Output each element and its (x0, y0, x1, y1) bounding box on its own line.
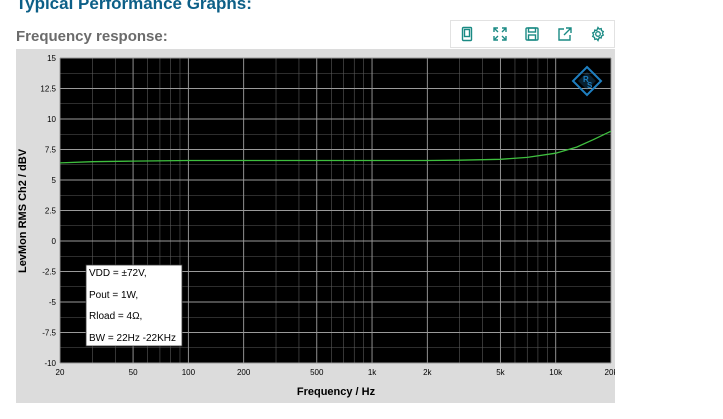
x-axis-label: Frequency / Hz (297, 386, 376, 398)
x-tick-label: 200 (237, 368, 251, 377)
y-tick-label: -2.5 (42, 268, 56, 277)
y-tick-label: 12.5 (40, 85, 56, 94)
y-tick-label: -10 (44, 359, 56, 368)
y-tick-label: -7.5 (42, 329, 56, 338)
x-tick-label: 5k (496, 368, 505, 377)
x-tick-label: 10k (549, 368, 563, 377)
settings-button[interactable] (587, 23, 609, 45)
x-tick-label: 2k (423, 368, 432, 377)
frequency-response-chart: 15 12.5 10 7.5 5 2.5 0 -2.5 -5 -7.5 -10 20 50 100 200… (17, 54, 615, 398)
x-tick-label: 500 (310, 368, 324, 377)
x-tick-label: 100 (182, 368, 196, 377)
gear-icon (591, 26, 604, 42)
expand-icon (493, 27, 507, 41)
y-axis-label: LevMon RMS Ch2 / dBV (17, 148, 29, 273)
svg-text:S: S (587, 81, 593, 90)
copy-icon (462, 26, 473, 42)
y-tick-label: 10 (47, 115, 56, 124)
annotation-vdd: VDD = ±72V, (89, 268, 147, 279)
x-tick-label: 50 (129, 368, 138, 377)
y-tick-labels: 15 12.5 10 7.5 5 2.5 0 -2.5 -5 -7.5 -10 (40, 54, 56, 368)
share-button[interactable] (554, 23, 576, 45)
graph-toolbar (450, 20, 615, 48)
save-button[interactable] (521, 23, 543, 45)
x-tick-labels: 20 50 100 200 500 1k 2k 5k 10k 20k (56, 368, 615, 377)
x-tick-label: 20k (605, 368, 615, 377)
y-tick-label: -5 (49, 298, 57, 307)
graph-subheading: Frequency response: (16, 28, 168, 45)
x-tick-label: 1k (368, 368, 377, 377)
annotation-rload: Rload = 4Ω, (89, 311, 142, 322)
share-icon (558, 27, 572, 41)
y-tick-label: 2.5 (45, 207, 57, 216)
copy-button[interactable] (456, 23, 478, 45)
test-conditions-box: VDD = ±72V, Pout = 1W, Rload = 4Ω, BW = … (85, 264, 183, 347)
fullscreen-button[interactable] (489, 23, 511, 45)
annotation-pout: Pout = 1W, (89, 290, 138, 301)
section-heading: Typical Performance Graphs: (16, 0, 252, 13)
y-tick-label: 0 (52, 237, 57, 246)
y-tick-label: 15 (47, 54, 56, 63)
y-tick-label: 7.5 (45, 146, 57, 155)
annotation-bw: BW = 22Hz -22KHz (89, 333, 176, 344)
frequency-response-figure: 15 12.5 10 7.5 5 2.5 0 -2.5 -5 -7.5 -10 20 50 100 200… (16, 49, 615, 403)
x-tick-label: 20 (56, 368, 65, 377)
y-tick-label: 5 (52, 176, 57, 185)
save-icon (525, 27, 540, 41)
